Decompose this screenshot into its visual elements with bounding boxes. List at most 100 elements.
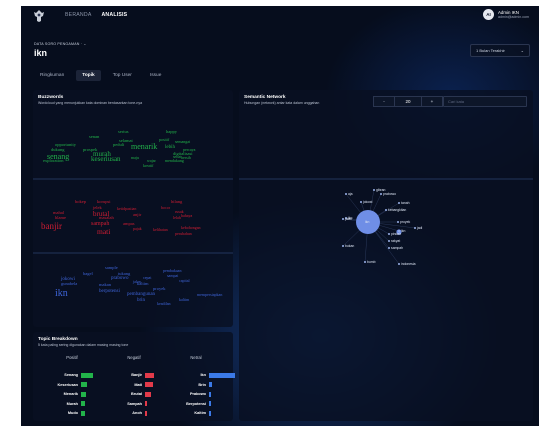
word-neutral[interactable]: capital: [179, 279, 190, 283]
network-node-label[interactable]: indonesia: [401, 262, 416, 266]
word-positive[interactable]: exploration: [43, 158, 64, 164]
tab-ringkuman[interactable]: Ringkuman: [34, 70, 70, 81]
word-positive[interactable]: lebih: [165, 145, 175, 150]
network-node-label[interactable]: bukan: [345, 244, 354, 248]
breadcrumb[interactable]: DATA SORO PENGAMAN · ⌄: [34, 42, 87, 46]
word-positive[interactable]: serius: [118, 129, 129, 135]
word-positive[interactable]: sehat: [173, 155, 181, 159]
word-neutral[interactable]: prabowo: [111, 276, 129, 281]
network-node[interactable]: [398, 263, 400, 265]
user-menu[interactable]: AI Admin IKN admin@admin.com: [482, 9, 529, 20]
word-neutral[interactable]: sample: [105, 265, 118, 271]
topic-bar: [209, 391, 211, 397]
word-positive[interactable]: senan: [89, 134, 99, 140]
network-node-label[interactable]: tanah: [401, 201, 410, 205]
network-node[interactable]: [397, 221, 399, 223]
word-neutral[interactable]: gunabela: [61, 281, 77, 287]
word-positive[interactable]: keseriusan: [91, 156, 121, 163]
network-node-label[interactable]: aja: [348, 192, 353, 196]
network-node[interactable]: [398, 202, 400, 204]
word-neutral[interactable]: sampai: [167, 274, 178, 278]
word-negative[interactable]: korupsi: [97, 199, 111, 205]
word-negative[interactable]: pajak: [133, 227, 142, 231]
word-positive[interactable]: positif: [159, 138, 169, 142]
column-header-negatif: Negatif: [127, 355, 141, 360]
network-node[interactable]: [345, 193, 347, 195]
tab-top-user[interactable]: Top User: [107, 70, 138, 81]
word-negative[interactable]: banjir: [41, 222, 62, 231]
topic-row-positive: Mudo: [41, 410, 85, 416]
word-neutral[interactable]: brin: [137, 298, 145, 303]
network-node-label[interactable]: prabowo: [383, 192, 396, 196]
network-node[interactable]: [385, 209, 387, 211]
word-neutral[interactable]: cepat: [143, 276, 151, 280]
network-node-label[interactable]: jalan: [345, 217, 352, 221]
network-node-label[interactable]: proyek: [400, 220, 410, 224]
network-node[interactable]: [398, 230, 400, 232]
word-neutral[interactable]: ikn: [55, 289, 68, 299]
word-neutral[interactable]: pembangunan: [127, 292, 155, 297]
word-negative[interactable]: perubahan: [175, 232, 192, 236]
tab-issue[interactable]: Issue: [144, 70, 167, 81]
word-positive[interactable]: kreatif: [143, 164, 153, 168]
network-node[interactable]: [342, 245, 344, 247]
nav-analisis[interactable]: ANALISIS: [101, 12, 127, 18]
buzzwords-panel: Buzzwords Wordcloud yang menunjukkan kat…: [33, 90, 233, 327]
word-positive[interactable]: menarik: [131, 143, 157, 151]
word-negative[interactable]: kelihatan: [153, 228, 168, 232]
tab-bar: Ringkuman Topik Top User Issue: [34, 70, 167, 81]
word-neutral[interactable]: proyek: [153, 286, 166, 292]
network-node[interactable]: [380, 193, 382, 195]
word-negative[interactable]: mati: [97, 228, 110, 236]
topic-row-negative: Sampah: [105, 401, 148, 407]
word-neutral[interactable]: mempersiapkan: [197, 293, 222, 297]
word-negative[interactable]: anjir: [133, 212, 141, 218]
word-positive[interactable]: peduli: [113, 142, 124, 148]
topic-bar: [145, 391, 152, 397]
word-neutral[interactable]: kaltim: [137, 281, 149, 287]
word-negative[interactable]: blame: [55, 215, 66, 221]
avatar[interactable]: AI: [482, 9, 494, 20]
word-neutral[interactable]: makan: [99, 282, 111, 288]
tab-topik[interactable]: Topik: [76, 70, 101, 81]
topic-breakdown-panel: Topic Breakdown 5 kata paling sering dig…: [33, 332, 235, 421]
network-node-label[interactable]: sampah: [391, 246, 403, 250]
topic-bar: [145, 410, 147, 416]
network-node[interactable]: [364, 261, 366, 263]
word-positive[interactable]: maju: [131, 156, 139, 160]
network-node[interactable]: [373, 189, 375, 191]
topic-label: Ikn: [200, 373, 207, 377]
network-node-label[interactable]: jokowi: [363, 200, 372, 204]
word-negative[interactable]: masalah: [99, 215, 114, 221]
network-node[interactable]: [360, 201, 362, 203]
network-node-label[interactable]: kebangkitan: [388, 208, 406, 212]
network-node-label[interactable]: rakyat: [391, 239, 400, 243]
word-positive[interactable]: happy: [166, 129, 177, 135]
network-node-label[interactable]: ikn: [401, 229, 405, 233]
topic-label: Berpotensi: [186, 401, 206, 406]
network-node-label[interactable]: jadi: [417, 226, 422, 230]
word-negative[interactable]: lelah: [173, 216, 181, 220]
word-negative[interactable]: bocor: [161, 206, 170, 210]
network-node[interactable]: [342, 218, 344, 220]
word-neutral[interactable]: keadilan: [157, 302, 171, 306]
word-neutral[interactable]: bagel: [83, 271, 93, 277]
period-select[interactable]: 1 Bulan Terakhir ⌄: [470, 44, 530, 57]
topic-row-positive: Menarik: [41, 391, 86, 397]
word-negative[interactable]: bahaya: [181, 214, 192, 218]
word-negative[interactable]: bokep: [75, 199, 86, 205]
word-negative[interactable]: ketidpastian: [117, 207, 136, 211]
word-positive[interactable]: bersih: [181, 156, 191, 160]
network-node[interactable]: [388, 233, 390, 235]
word-neutral[interactable]: kaltim: [179, 298, 189, 302]
word-positive[interactable]: semangat: [175, 140, 190, 144]
word-negative[interactable]: kebohongan: [181, 226, 201, 230]
network-node[interactable]: [388, 247, 390, 249]
network-node[interactable]: [388, 240, 390, 242]
network-node[interactable]: [414, 227, 416, 229]
network-node-label[interactable]: bumb: [367, 260, 375, 264]
network-node-label[interactable]: pindah: [391, 232, 401, 236]
word-neutral[interactable]: berpotensi: [99, 289, 120, 294]
nav-beranda[interactable]: BERANDA: [65, 12, 91, 18]
word-negative[interactable]: hilang: [171, 199, 182, 205]
